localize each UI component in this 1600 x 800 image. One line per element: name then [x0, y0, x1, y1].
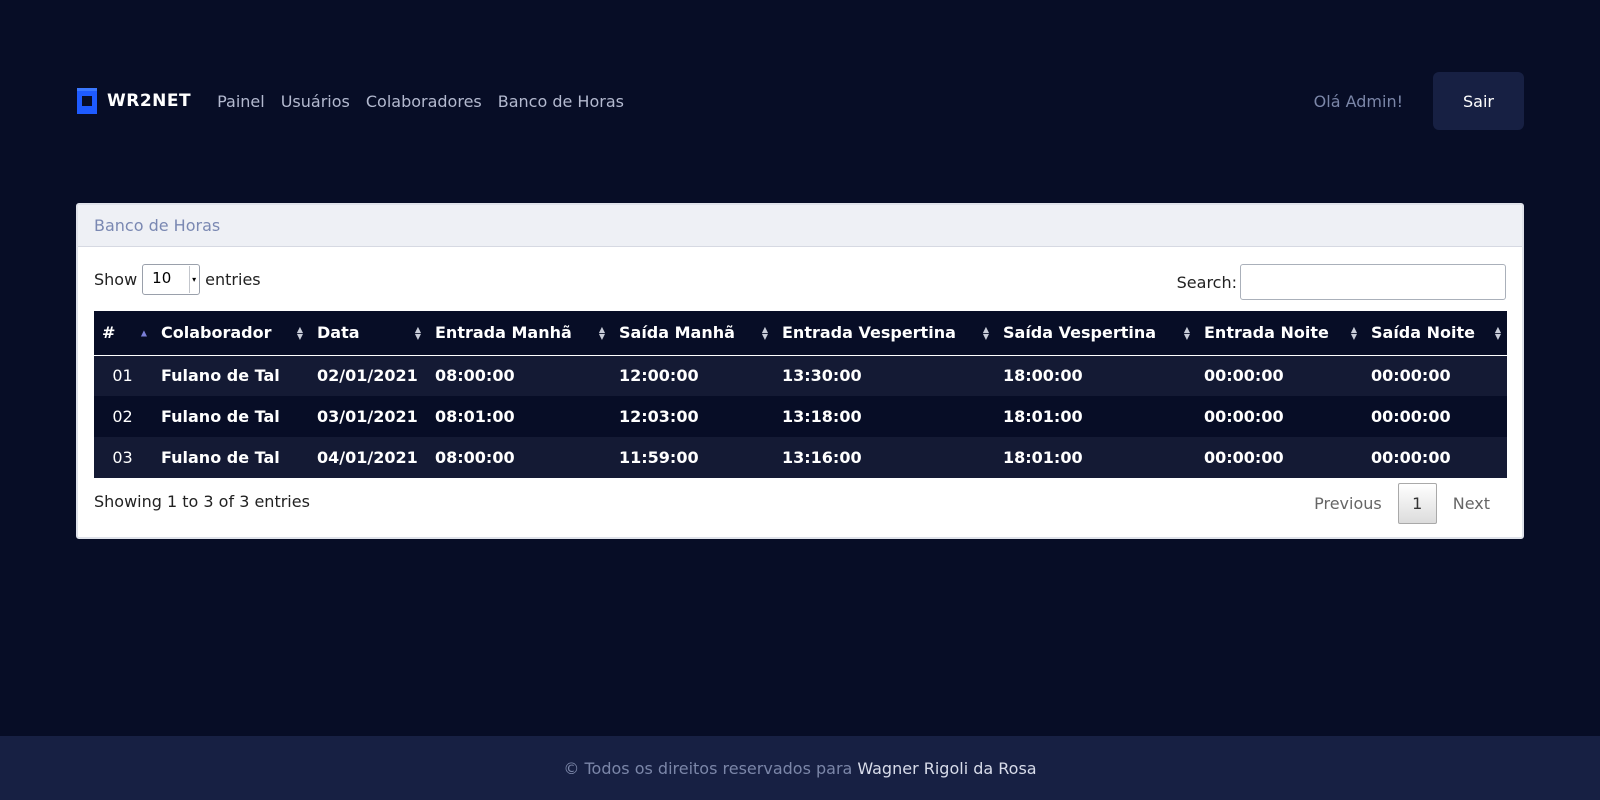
cell-saida-manha: 11:59:00 [619, 448, 699, 467]
user-greeting: Olá Admin! [1313, 91, 1403, 111]
nav-link-colaboradores[interactable]: Colaboradores [366, 92, 482, 111]
search-control: Search: [1177, 264, 1506, 300]
cell-entrada-vespertina: 13:16:00 [782, 448, 862, 467]
column-header-index[interactable]: # ▲ [94, 311, 153, 355]
table-header-row: # ▲ Colaborador ▲ ▼ Data ▲ ▼ Entrada Manhã ▲ ▼ … [94, 311, 1507, 355]
cell-saida-manha: 12:03:00 [619, 407, 699, 426]
cell-saida-vespertina: 18:00:00 [1003, 366, 1083, 386]
sort-icon: ▲ ▼ [982, 324, 989, 341]
card-title: Banco de Horas [78, 205, 1522, 247]
column-header-entrada-noite[interactable]: Entrada Noite ▲ ▼ [1196, 311, 1363, 355]
cell-entrada-vespertina: 13:30:00 [782, 366, 862, 386]
column-header-entrada-vespertina[interactable]: Entrada Vespertina ▲ ▼ [774, 311, 995, 355]
sort-icon: ▲ ▼ [1350, 324, 1357, 341]
entries-label: entries [205, 270, 261, 289]
column-header-saida-manha[interactable]: Saída Manhã ▲ ▼ [611, 311, 774, 355]
cell-index: 03 [112, 448, 133, 467]
column-header-data[interactable]: Data ▲ ▼ [309, 311, 427, 355]
show-label: Show [94, 270, 138, 289]
search-label: Search: [1176, 272, 1237, 292]
cell-index: 01 [112, 366, 133, 386]
sort-icon: ▲ ▼ [1183, 324, 1190, 341]
cell-entrada-noite: 00:00:00 [1204, 366, 1284, 386]
table-info: Showing 1 to 3 of 3 entries [94, 492, 310, 511]
cell-saida-vespertina: 18:01:00 [1003, 448, 1083, 467]
sort-icon: ▲ ▼ [414, 324, 421, 341]
nav-right: Olá Admin! Sair [1314, 72, 1524, 130]
cell-data: 03/01/2021 [317, 407, 418, 426]
cell-colaborador: Fulano de Tal [161, 448, 280, 467]
entries-select[interactable]: 10 ▾ [142, 264, 201, 295]
cell-entrada-noite: 00:00:00 [1204, 407, 1284, 426]
table-row: 02 Fulano de Tal 03/01/2021 08:01:00 12:… [94, 396, 1507, 437]
cell-index: 02 [112, 407, 133, 426]
sort-icon: ▲ ▼ [296, 324, 303, 341]
footer-author-link[interactable]: Wagner Rigoli da Rosa [857, 759, 1036, 778]
table-row: 03 Fulano de Tal 04/01/2021 08:00:00 11:… [94, 437, 1507, 478]
cell-saida-manha: 12:00:00 [619, 366, 699, 386]
brand[interactable]: WR2NET [77, 88, 191, 114]
column-header-saida-vespertina[interactable]: Saída Vespertina ▲ ▼ [995, 311, 1196, 355]
previous-page-button[interactable]: Previous [1298, 485, 1398, 522]
footer-text: © Todos os direitos reservados para [563, 758, 853, 778]
column-header-saida-noite[interactable]: Saída Noite ▲ ▼ [1363, 311, 1507, 355]
nav-links: Painel Usuários Colaboradores Banco de H… [217, 92, 624, 111]
cell-saida-noite: 00:00:00 [1371, 448, 1451, 467]
search-input[interactable] [1240, 264, 1506, 300]
sort-icon: ▲ ▼ [1494, 324, 1501, 341]
page-1-button[interactable]: 1 [1397, 483, 1437, 524]
table-row: 01 Fulano de Tal 02/01/2021 08:00:00 12:… [94, 355, 1507, 396]
top-navbar: WR2NET Painel Usuários Colaboradores Ban… [77, 72, 1524, 130]
wr2net-logo-icon [77, 88, 97, 114]
cell-entrada-manha: 08:00:00 [435, 366, 515, 386]
cell-colaborador: Fulano de Tal [161, 366, 280, 386]
cell-data: 04/01/2021 [317, 448, 418, 467]
cell-saida-vespertina: 18:01:00 [1003, 407, 1083, 426]
cell-entrada-manha: 08:00:00 [435, 448, 515, 467]
dropdown-arrow-icon: ▾ [189, 266, 198, 293]
sort-icon: ▲ ▼ [761, 324, 768, 341]
next-page-button[interactable]: Next [1437, 485, 1506, 522]
card-body: Show 10 ▾ entries Search: # ▲ Colaborador… [78, 247, 1522, 537]
cell-data: 02/01/2021 [317, 366, 418, 386]
brand-text: WR2NET [107, 91, 192, 111]
cell-saida-noite: 00:00:00 [1371, 407, 1451, 426]
cell-colaborador: Fulano de Tal [161, 407, 280, 426]
cell-entrada-noite: 00:00:00 [1204, 448, 1284, 467]
entries-length-control: Show 10 ▾ entries [94, 264, 261, 295]
cell-entrada-vespertina: 13:18:00 [782, 407, 862, 426]
nav-link-painel[interactable]: Painel [217, 92, 265, 111]
nav-link-usuarios[interactable]: Usuários [281, 92, 350, 111]
pagination: Previous 1 Next [1298, 483, 1506, 524]
footer: © Todos os direitos reservados para Wagn… [0, 736, 1600, 800]
column-header-entrada-manha[interactable]: Entrada Manhã ▲ ▼ [427, 311, 611, 355]
cell-saida-noite: 00:00:00 [1371, 366, 1451, 386]
hours-table: # ▲ Colaborador ▲ ▼ Data ▲ ▼ Entrada Manhã ▲ ▼ … [94, 311, 1507, 478]
nav-link-banco-de-horas[interactable]: Banco de Horas [498, 92, 624, 111]
cell-entrada-manha: 08:01:00 [435, 407, 515, 426]
sort-icon: ▲ ▼ [598, 324, 605, 341]
sort-icon: ▲ [140, 328, 147, 338]
entries-select-value: 10 [152, 269, 172, 287]
column-header-colaborador[interactable]: Colaborador ▲ ▼ [153, 311, 309, 355]
banco-de-horas-card: Banco de Horas Show 10 ▾ entries Search:… [76, 203, 1524, 539]
logout-button[interactable]: Sair [1433, 72, 1524, 130]
